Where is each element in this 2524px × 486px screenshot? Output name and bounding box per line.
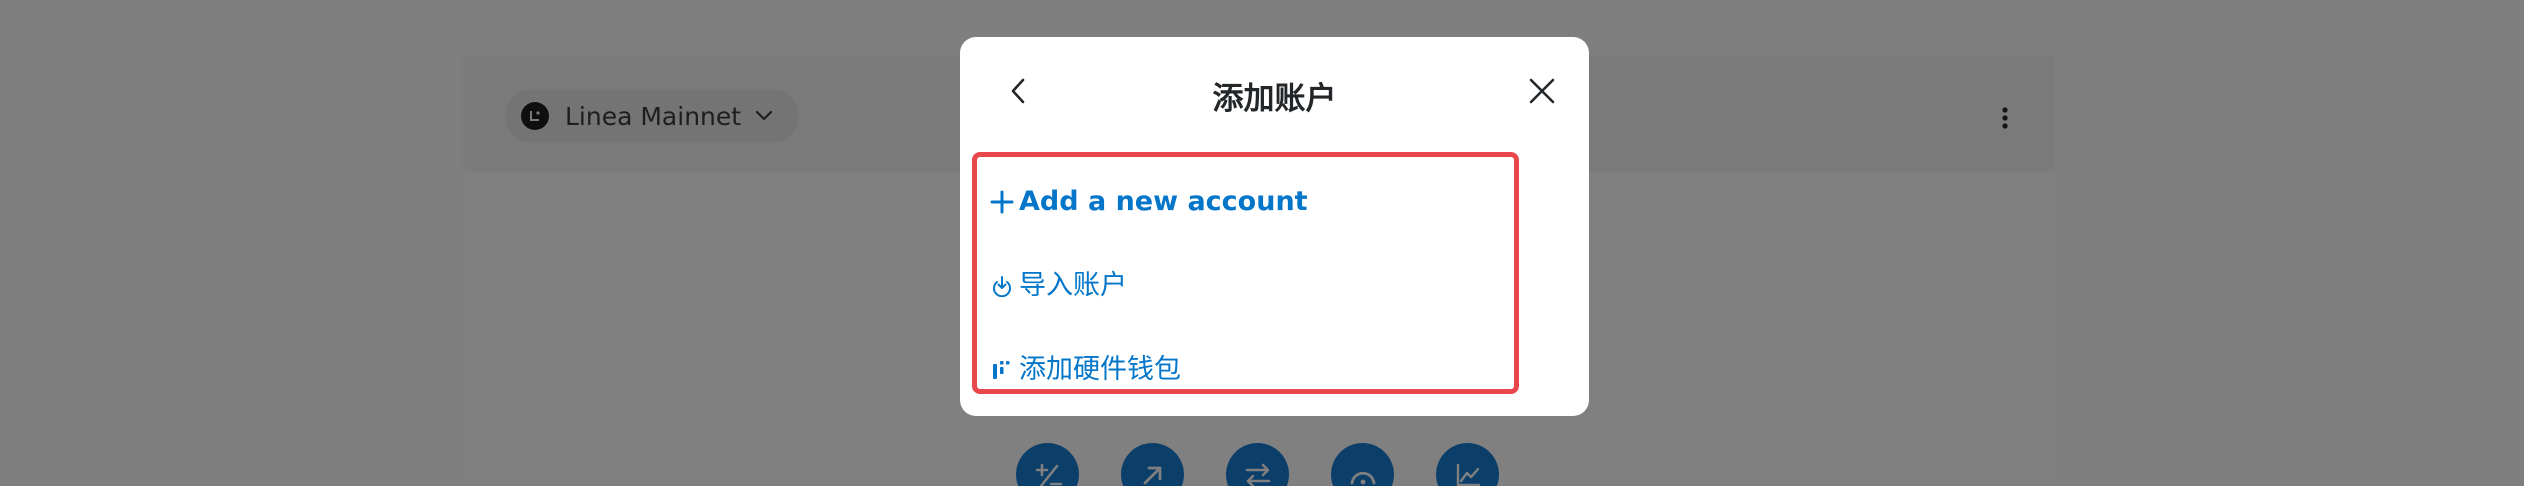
close-icon[interactable] bbox=[1520, 69, 1564, 113]
add-hardware-wallet-button[interactable]: 添加硬件钱包 bbox=[989, 347, 1181, 393]
linea-logo-icon bbox=[521, 102, 549, 130]
send-icon[interactable] bbox=[1121, 443, 1184, 486]
portfolio-icon[interactable] bbox=[1436, 443, 1499, 486]
chevron-down-icon bbox=[755, 110, 773, 122]
add-account-modal: 添加账户 Add a new account 导入账户 添加硬件钱包 bbox=[960, 37, 1589, 416]
plus-icon bbox=[989, 189, 1015, 215]
add-new-account-label: Add a new account bbox=[1019, 186, 1308, 217]
add-new-account-button[interactable]: Add a new account bbox=[989, 179, 1308, 225]
add-hardware-wallet-label: 添加硬件钱包 bbox=[1019, 354, 1181, 385]
network-picker[interactable]: Linea Mainnet bbox=[505, 90, 800, 142]
account-options-highlight: Add a new account 导入账户 添加硬件钱包 bbox=[972, 152, 1519, 394]
bridge-icon[interactable] bbox=[1331, 443, 1394, 486]
modal-title: 添加账户 bbox=[1212, 81, 1337, 117]
kebab-menu-icon[interactable] bbox=[1993, 102, 2017, 134]
buy-sell-icon[interactable] bbox=[1016, 443, 1079, 486]
import-icon bbox=[989, 273, 1015, 299]
hardware-wallet-icon bbox=[989, 357, 1015, 383]
wallet-actions bbox=[1016, 443, 1499, 486]
swap-icon[interactable] bbox=[1226, 443, 1289, 486]
import-account-button[interactable]: 导入账户 bbox=[989, 263, 1127, 309]
network-name: Linea Mainnet bbox=[565, 101, 742, 131]
import-account-label: 导入账户 bbox=[1019, 270, 1127, 301]
